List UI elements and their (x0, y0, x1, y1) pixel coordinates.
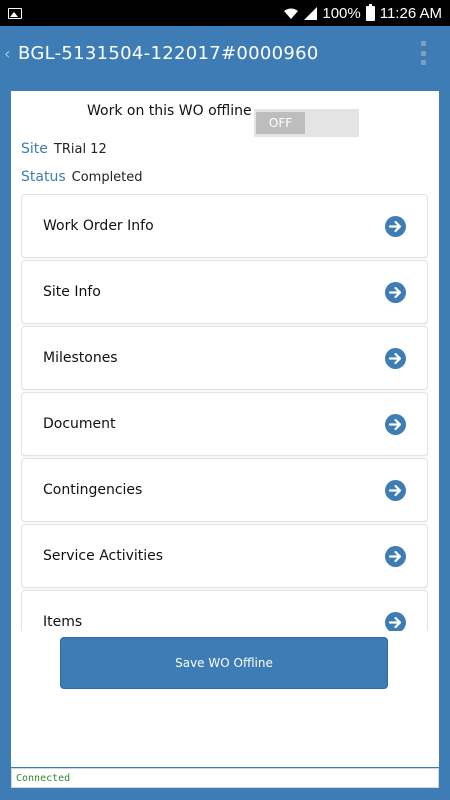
site-key: Site (21, 141, 48, 157)
menu-item-milestones[interactable]: Milestones (21, 326, 428, 390)
arrow-right-circle-icon[interactable] (385, 281, 406, 303)
work-order-title: BGL-5131504-122017#0000960 (18, 42, 319, 64)
save-wo-offline-button[interactable]: Save WO Offline (60, 637, 388, 689)
offline-toggle-state: OFF (256, 112, 305, 134)
arrow-right-circle-icon[interactable] (385, 413, 406, 435)
overflow-menu-icon[interactable] (420, 41, 426, 65)
status-key: Status (21, 169, 66, 185)
menu-item-document[interactable]: Document (21, 392, 428, 456)
offline-toggle[interactable]: OFF (254, 109, 359, 137)
status-line: Status Completed (21, 169, 143, 185)
menu-item-work-order-info[interactable]: Work Order Info (21, 194, 428, 258)
menu-item-site-info[interactable]: Site Info (21, 260, 428, 324)
status-right: 100% 11:26 AM (283, 3, 442, 22)
connection-status-text: Connected (16, 772, 71, 784)
battery-percent: 100% (322, 4, 361, 22)
site-value: TRial 12 (53, 142, 107, 157)
menu-item-label: Work Order Info (43, 218, 154, 234)
connection-status-bar: Connected (11, 768, 439, 788)
offline-label: Work on this WO offline (87, 103, 252, 119)
offline-row: Work on this WO offline OFF (11, 99, 439, 137)
battery-icon (365, 3, 375, 21)
menu-item-label: Milestones (43, 350, 118, 366)
app-bar: ‹ BGL-5131504-122017#0000960 (0, 26, 450, 80)
menu-item-label: Items (43, 614, 83, 630)
clock: 11:26 AM (379, 4, 442, 22)
work-order-panel: Work on this WO offline OFF Site TRial 12… (11, 91, 439, 767)
arrow-right-circle-icon[interactable] (385, 479, 406, 501)
menu-item-label: Document (43, 416, 116, 432)
menu-item-contingencies[interactable]: Contingencies (21, 458, 428, 522)
site-line: Site TRial 12 (21, 141, 107, 157)
status-value: Completed (71, 170, 143, 185)
image-notification-icon (8, 7, 22, 19)
system-status-bar: 100% 11:26 AM (0, 0, 450, 26)
status-left (8, 7, 22, 19)
back-chevron-icon[interactable]: ‹ (4, 44, 18, 63)
signal-icon (304, 6, 318, 20)
menu-item-service-activities[interactable]: Service Activities (21, 524, 428, 588)
menu-item-label: Service Activities (43, 548, 164, 564)
menu-item-items[interactable]: Items (21, 590, 428, 631)
menu-list: Work Order Info Site Info Milestones Doc… (21, 194, 428, 631)
arrow-right-circle-icon[interactable] (385, 215, 406, 237)
menu-item-label: Contingencies (43, 482, 143, 498)
arrow-right-circle-icon[interactable] (385, 545, 406, 567)
wifi-icon (284, 8, 299, 19)
arrow-right-circle-icon[interactable] (385, 347, 406, 369)
menu-item-label: Site Info (43, 284, 101, 300)
arrow-right-circle-icon[interactable] (385, 611, 406, 631)
